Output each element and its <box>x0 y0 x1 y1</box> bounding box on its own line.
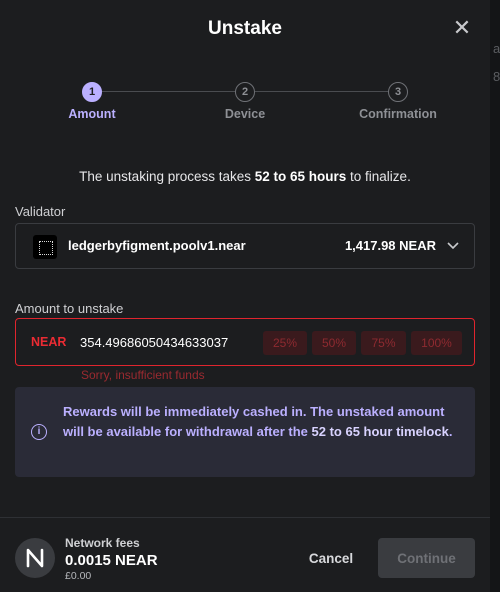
unstake-duration-info: The unstaking process takes 52 to 65 hou… <box>0 169 490 184</box>
step-confirmation: 3 Confirmation <box>353 82 443 121</box>
notice-emphasis-timelock: timelock <box>396 424 449 439</box>
amount-ticker: NEAR <box>31 335 67 349</box>
stepper: 1 Amount 2 Device 3 Confirmation <box>0 82 490 122</box>
network-fees-label: Network fees <box>65 536 140 550</box>
step-number: 2 <box>235 82 255 102</box>
percent-75-button[interactable]: 75% <box>361 331 406 355</box>
edge-text: a <box>493 41 500 56</box>
notice-text: Rewards will be immediately cashed in. T… <box>63 402 463 442</box>
percent-50-button[interactable]: 50% <box>312 331 356 355</box>
background-app-edge: a 8 <box>490 0 500 592</box>
info-duration: 52 to 65 hours <box>254 169 347 184</box>
network-fees-amount: 0.0015 NEAR <box>65 552 158 569</box>
notice-text-after: . <box>448 424 453 439</box>
info-prefix: The unstaking process takes <box>79 169 255 184</box>
figment-logo-icon <box>33 235 57 259</box>
close-icon[interactable]: ✕ <box>451 17 473 39</box>
validator-select[interactable]: ledgerbyfigment.poolv1.near 1,417.98 NEA… <box>15 223 475 269</box>
network-fees-fiat: £0.00 <box>65 570 92 582</box>
amount-label: Amount to unstake <box>15 301 124 316</box>
step-amount: 1 Amount <box>47 82 137 121</box>
validator-balance: 1,417.98 NEAR <box>344 238 436 253</box>
step-device: 2 Device <box>200 82 290 121</box>
unstake-modal: Unstake ✕ 1 Amount 2 Device 3 Confirmati… <box>0 0 490 592</box>
modal-footer: Network fees 0.0015 NEAR £0.00 Cancel Co… <box>0 517 490 592</box>
percent-100-button[interactable]: 100% <box>411 331 462 355</box>
modal-title: Unstake <box>208 18 282 39</box>
withdrawal-notice: i Rewards will be immediately cashed in.… <box>15 387 475 477</box>
cancel-button[interactable]: Cancel <box>296 542 366 574</box>
step-label: Confirmation <box>359 107 437 121</box>
near-logo-icon <box>15 538 55 578</box>
validator-name: ledgerbyfigment.poolv1.near <box>68 238 246 253</box>
info-suffix: to finalize. <box>346 169 411 184</box>
step-number: 3 <box>388 82 408 102</box>
amount-field: NEAR 25% 50% 75% 100% <box>15 318 475 366</box>
chevron-down-icon <box>447 242 459 250</box>
notice-emphasis-duration: 52 to 65 hour <box>311 424 393 439</box>
percent-25-button[interactable]: 25% <box>263 331 307 355</box>
amount-input[interactable] <box>80 332 248 352</box>
step-label: Amount <box>68 107 116 121</box>
edge-text: 8 <box>493 69 500 84</box>
continue-button[interactable]: Continue <box>378 538 475 578</box>
step-label: Device <box>224 107 266 121</box>
info-icon: i <box>31 424 47 440</box>
amount-error: Sorry, insufficient funds <box>81 368 205 382</box>
validator-label: Validator <box>15 204 66 219</box>
step-number: 1 <box>82 82 102 102</box>
